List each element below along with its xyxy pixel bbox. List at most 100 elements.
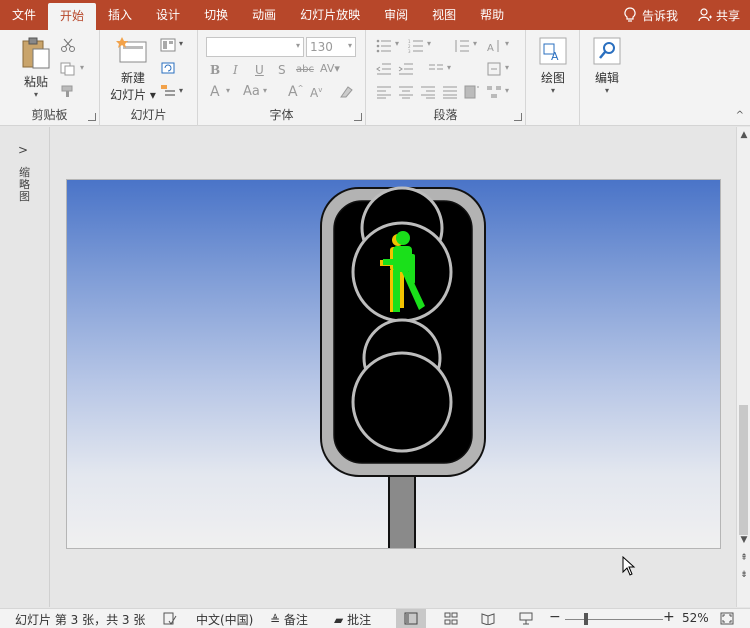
notes-label: 备注 bbox=[283, 613, 308, 627]
scrollbar-thumb[interactable] bbox=[739, 405, 748, 535]
tab-insert[interactable]: 插入 bbox=[96, 0, 144, 30]
chevron-down-icon: ▾ bbox=[295, 41, 300, 50]
columns-icon[interactable] bbox=[428, 62, 444, 76]
strikethrough-icon[interactable]: abc bbox=[296, 64, 314, 75]
shrink-font-icon[interactable]: Av bbox=[310, 86, 322, 100]
expand-panel-icon[interactable]: > bbox=[18, 143, 28, 157]
tab-home[interactable]: 开始 bbox=[48, 3, 97, 30]
font-color-dropdown-icon[interactable]: ▾ bbox=[226, 86, 230, 95]
clipboard-group-label: 剪贴板 bbox=[31, 108, 68, 122]
tab-transitions[interactable]: 切换 bbox=[192, 0, 240, 30]
distributed-icon[interactable] bbox=[464, 85, 480, 99]
share-button[interactable]: 共享 bbox=[688, 0, 750, 30]
paragraph-launcher-icon[interactable] bbox=[514, 113, 522, 121]
fit-to-window-icon[interactable] bbox=[720, 612, 734, 625]
change-case-icon[interactable]: Aa bbox=[243, 84, 260, 99]
smartart-icon[interactable] bbox=[486, 85, 502, 99]
line-spacing-dropdown-icon[interactable]: ▾ bbox=[473, 39, 477, 48]
normal-view-button[interactable] bbox=[396, 609, 426, 628]
comments-button[interactable]: ▰ 批注 bbox=[334, 611, 371, 628]
reading-view-icon[interactable] bbox=[481, 612, 495, 625]
font-launcher-icon[interactable] bbox=[354, 113, 362, 121]
copy-dropdown-icon[interactable]: ▾ bbox=[80, 63, 84, 72]
layout-icon[interactable] bbox=[160, 38, 176, 52]
reset-icon[interactable] bbox=[160, 61, 176, 75]
tell-me-box[interactable]: 告诉我 bbox=[614, 0, 688, 30]
new-slide-button[interactable]: 新建 幻灯片 ▾ bbox=[108, 36, 158, 103]
cut-icon[interactable] bbox=[60, 38, 76, 52]
ribbon: 粘贴 ▾ ▾ 剪贴板 新建 幻灯片 ▾ ▾ ▾ 幻灯片 ▾ 130 ▾ B I … bbox=[0, 30, 750, 126]
grow-font-icon[interactable]: A^ bbox=[288, 84, 303, 100]
tab-review[interactable]: 审阅 bbox=[372, 0, 420, 30]
layout-dropdown-icon[interactable]: ▾ bbox=[179, 39, 183, 48]
new-slide-icon bbox=[116, 37, 147, 63]
previous-slide-icon[interactable]: ⇞ bbox=[737, 551, 750, 565]
tab-help[interactable]: 帮助 bbox=[468, 0, 516, 30]
collapse-ribbon-icon[interactable]: ^ bbox=[736, 110, 744, 121]
traffic-light-illustration bbox=[320, 186, 486, 548]
tab-animations[interactable]: 动画 bbox=[240, 0, 288, 30]
slideshow-icon[interactable] bbox=[519, 612, 533, 625]
drawing-button[interactable]: A 绘图 ▾ bbox=[534, 36, 572, 95]
columns-dropdown-icon[interactable]: ▾ bbox=[447, 63, 451, 72]
font-name-input[interactable]: ▾ bbox=[206, 37, 304, 57]
shadow-icon[interactable]: S bbox=[278, 63, 286, 77]
slides-group-label: 幻灯片 bbox=[130, 108, 167, 122]
char-spacing-icon[interactable]: AV▾ bbox=[320, 62, 340, 75]
bold-icon[interactable]: B bbox=[210, 63, 220, 77]
font-size-input[interactable]: 130 ▾ bbox=[306, 37, 356, 57]
smartart-dropdown-icon[interactable]: ▾ bbox=[505, 86, 509, 95]
section-dropdown-icon[interactable]: ▾ bbox=[179, 86, 183, 95]
align-text-dropdown-icon[interactable]: ▾ bbox=[505, 63, 509, 72]
normal-view-icon bbox=[404, 612, 418, 625]
align-text-icon[interactable] bbox=[486, 62, 502, 76]
line-spacing-icon[interactable] bbox=[454, 39, 470, 53]
find-icon bbox=[593, 37, 621, 65]
tab-design[interactable]: 设计 bbox=[144, 0, 192, 30]
tab-view[interactable]: 视图 bbox=[420, 0, 468, 30]
format-painter-icon[interactable] bbox=[60, 84, 76, 98]
zoom-level[interactable]: 52% bbox=[682, 611, 709, 625]
copy-icon[interactable] bbox=[60, 62, 76, 76]
decrease-indent-icon[interactable] bbox=[376, 62, 392, 76]
thumbnail-panel-label[interactable]: 缩略图 bbox=[19, 167, 33, 203]
bullets-icon[interactable] bbox=[376, 39, 392, 53]
zoom-in-icon[interactable]: + bbox=[663, 609, 675, 625]
align-right-icon[interactable] bbox=[420, 85, 436, 99]
paste-button[interactable]: 粘贴 ▾ bbox=[16, 36, 56, 99]
slide-sorter-icon[interactable] bbox=[444, 612, 458, 625]
vertical-scrollbar[interactable]: ▲ ▼ ⇞ ⇟ bbox=[736, 127, 750, 607]
numbering-icon[interactable]: 123 bbox=[408, 39, 424, 53]
text-direction-icon[interactable]: A bbox=[486, 39, 502, 53]
increase-indent-icon[interactable] bbox=[398, 62, 414, 76]
lightbulb-icon bbox=[624, 7, 636, 22]
text-direction-dropdown-icon[interactable]: ▾ bbox=[505, 39, 509, 48]
spellcheck-icon[interactable] bbox=[163, 612, 177, 626]
align-left-icon[interactable] bbox=[376, 85, 392, 99]
editing-button[interactable]: 编辑 ▾ bbox=[588, 36, 626, 95]
tab-file[interactable]: 文件 bbox=[0, 0, 48, 30]
scroll-down-icon[interactable]: ▼ bbox=[737, 533, 750, 547]
underline-icon[interactable]: U bbox=[255, 63, 264, 77]
section-icon[interactable] bbox=[160, 84, 176, 98]
zoom-slider-thumb[interactable] bbox=[584, 613, 588, 625]
change-case-dropdown-icon[interactable]: ▾ bbox=[263, 86, 267, 95]
font-color-icon[interactable]: A bbox=[210, 84, 220, 100]
zoom-out-icon[interactable]: − bbox=[549, 609, 561, 625]
zoom-slider[interactable] bbox=[565, 619, 663, 620]
language-indicator[interactable]: 中文(中国) bbox=[196, 611, 253, 628]
tab-slideshow[interactable]: 幻灯片放映 bbox=[288, 0, 372, 30]
scroll-up-icon[interactable]: ▲ bbox=[737, 128, 750, 142]
clipboard-launcher-icon[interactable] bbox=[88, 113, 96, 121]
slide-canvas[interactable] bbox=[66, 179, 721, 549]
align-center-icon[interactable] bbox=[398, 85, 414, 99]
numbering-dropdown-icon[interactable]: ▾ bbox=[427, 39, 431, 48]
notes-button[interactable]: ≜ 备注 bbox=[270, 611, 308, 628]
drawing-group: A 绘图 ▾ bbox=[526, 30, 580, 126]
shapes-icon: A bbox=[539, 37, 567, 65]
bullets-dropdown-icon[interactable]: ▾ bbox=[395, 39, 399, 48]
clear-format-icon[interactable] bbox=[338, 85, 354, 99]
justify-icon[interactable] bbox=[442, 85, 458, 99]
next-slide-icon[interactable]: ⇟ bbox=[737, 568, 750, 582]
italic-icon[interactable]: I bbox=[233, 63, 238, 77]
